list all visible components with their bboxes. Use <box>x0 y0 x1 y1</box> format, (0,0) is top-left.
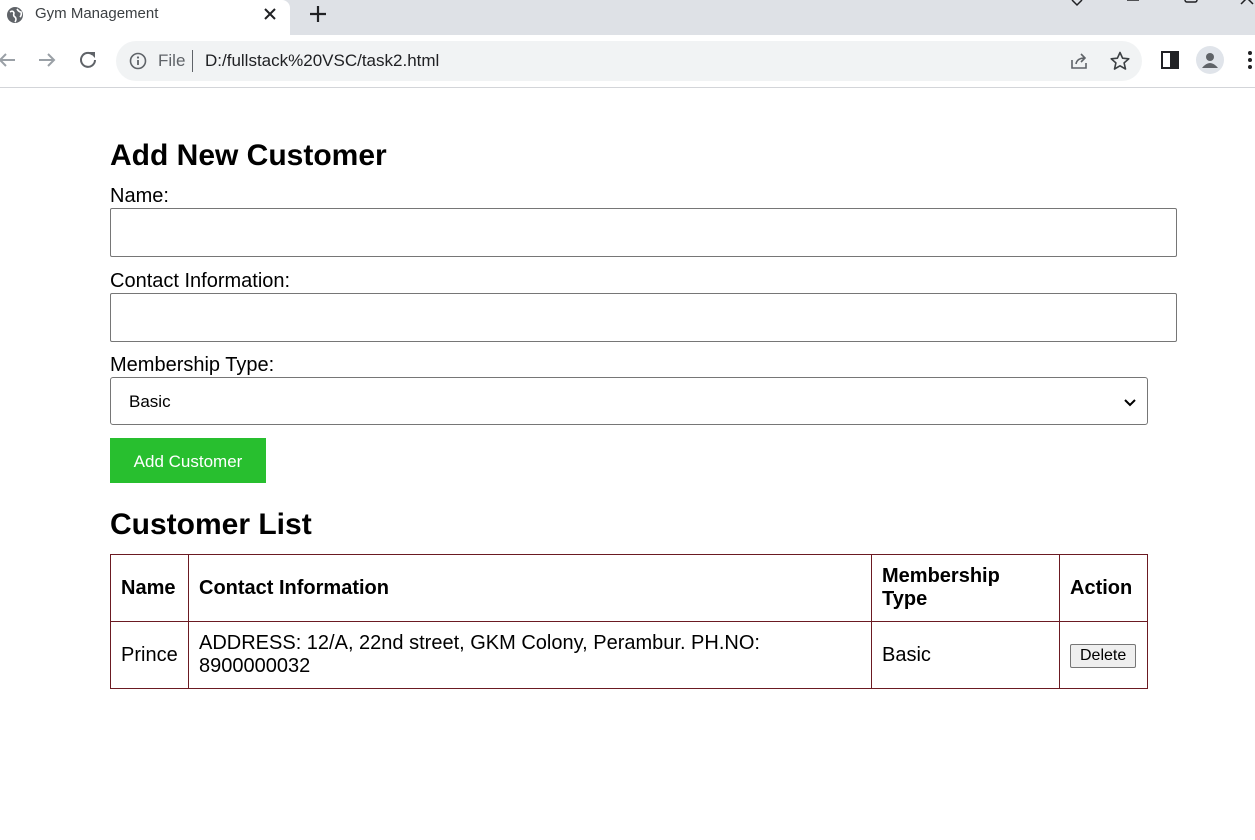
membership-label: Membership Type: <box>110 354 275 376</box>
add-customer-button[interactable]: Add Customer <box>110 438 266 483</box>
customer-table: Name Contact Information Membership Type… <box>110 554 1148 689</box>
delete-button[interactable]: Delete <box>1070 643 1137 668</box>
table-row: Prince ADDRESS: 12/A, 22nd street, GKM C… <box>110 621 1148 689</box>
column-header-name: Name <box>110 554 189 622</box>
profile-avatar[interactable] <box>1196 46 1224 74</box>
membership-selected-value: Basic <box>129 392 171 411</box>
address-separator <box>192 50 193 72</box>
name-label: Name: <box>110 185 169 207</box>
browser-toolbar: File D:/fullstack%20VSC/task2.html <box>0 35 1255 88</box>
minimize-icon[interactable] <box>1125 0 1141 8</box>
info-icon[interactable] <box>129 52 147 70</box>
side-panel-icon[interactable] <box>1159 49 1181 71</box>
reload-icon[interactable] <box>77 49 99 71</box>
plus-icon[interactable] <box>307 3 329 25</box>
column-header-contact: Contact Information <box>188 554 872 622</box>
window-close-icon[interactable] <box>1239 0 1255 8</box>
tab-title: Gym Management <box>35 5 159 22</box>
contact-input[interactable] <box>110 293 1177 342</box>
globe-icon <box>7 7 23 23</box>
column-header-membership: Membership Type <box>871 554 1060 622</box>
forward-arrow-icon[interactable] <box>36 49 58 71</box>
add-customer-heading: Add New Customer <box>110 139 387 172</box>
address-url[interactable]: D:/fullstack%20VSC/task2.html <box>205 51 439 71</box>
cell-membership: Basic <box>871 621 1060 689</box>
chevron-down-icon[interactable] <box>1069 0 1085 8</box>
profile-icon <box>1202 53 1218 68</box>
cell-name: Prince <box>110 621 189 689</box>
contact-label: Contact Information: <box>110 270 291 292</box>
cell-contact: ADDRESS: 12/A, 22nd street, GKM Colony, … <box>188 621 872 689</box>
address-bar[interactable]: File D:/fullstack%20VSC/task2.html <box>116 41 1142 81</box>
cell-action: Delete <box>1059 621 1148 689</box>
chevron-down-icon <box>1124 399 1136 407</box>
name-input[interactable] <box>110 208 1177 257</box>
share-icon[interactable] <box>1068 50 1090 72</box>
star-icon[interactable] <box>1109 50 1131 72</box>
maximize-icon[interactable] <box>1183 0 1199 8</box>
back-arrow-icon[interactable] <box>0 49 18 71</box>
customer-list-heading: Customer List <box>110 508 312 541</box>
address-scheme: File <box>158 51 186 70</box>
tab-gym-management[interactable]: Gym Management <box>0 0 290 35</box>
membership-select[interactable]: Basic <box>110 377 1148 425</box>
close-icon[interactable] <box>262 6 278 22</box>
table-header-row: Name Contact Information Membership Type… <box>110 554 1148 622</box>
column-header-action: Action <box>1059 554 1148 622</box>
tab-strip: Gym Management <box>0 0 1255 35</box>
kebab-menu-icon[interactable] <box>1239 49 1255 71</box>
